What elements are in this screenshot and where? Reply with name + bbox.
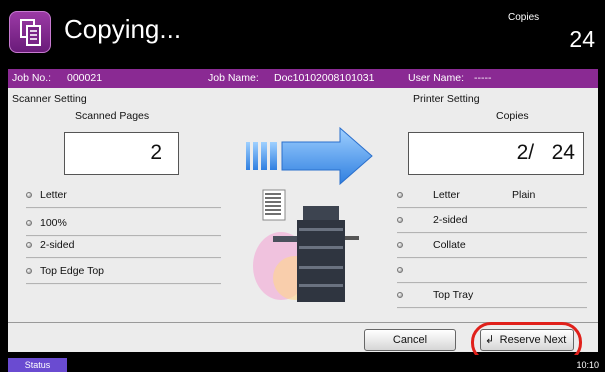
- printer-setting-media: Plain: [512, 189, 536, 201]
- scanner-setting-paper: Letter: [40, 189, 67, 201]
- bullet-icon: [26, 192, 32, 198]
- bullet-icon: [397, 292, 403, 298]
- status-bar: Status 10:10: [0, 355, 605, 372]
- copies-total: 24: [569, 26, 595, 52]
- screen: Copying... Copies 24 Job No.: 000021 Job…: [0, 0, 605, 372]
- scanned-pages-label: Scanned Pages: [75, 110, 150, 122]
- return-arrow-icon: ↲: [485, 334, 495, 346]
- bullet-icon: [26, 242, 32, 248]
- page-title: Copying...: [64, 14, 182, 44]
- printer-setting-paper: Letter: [433, 189, 460, 201]
- user-name-value: -----: [474, 72, 492, 84]
- main-panel: Scanner Setting Scanned Pages 2 Letter 1…: [8, 88, 598, 352]
- user-name-label: User Name:: [408, 72, 465, 84]
- status-button[interactable]: Status: [8, 358, 67, 372]
- bullet-icon: [397, 192, 403, 198]
- printer-setting-collate: Collate: [433, 239, 466, 251]
- scanner-setting-row: 100%: [26, 215, 221, 237]
- printer-setting-row: Top Tray: [397, 287, 587, 309]
- printer-setting-row: Collate: [397, 237, 587, 259]
- scanner-setting-row: Letter: [26, 187, 221, 209]
- reserve-next-button[interactable]: ↲ Reserve Next: [480, 329, 574, 351]
- job-no-value: 000021: [67, 72, 103, 84]
- job-name-value: Doc10102008101031: [274, 72, 375, 84]
- progress-arrow-icon: [246, 126, 373, 186]
- header: Copying... Copies 24: [0, 0, 605, 62]
- bullet-icon: [397, 242, 403, 248]
- printer-setting-duplex: 2-sided: [433, 214, 468, 226]
- copies-progress-count: 2/ 24: [408, 132, 584, 175]
- scanner-setting-label: Scanner Setting: [12, 93, 87, 105]
- copies-caption: Copies: [508, 12, 540, 23]
- cancel-button[interactable]: Cancel: [364, 329, 456, 351]
- bullet-icon: [397, 267, 403, 273]
- reserve-next-label: Reserve Next: [499, 334, 567, 346]
- scanner-setting-row: Top Edge Top: [26, 263, 221, 285]
- scanner-setting-duplex: 2-sided: [40, 239, 75, 251]
- scanned-pages-count: 2: [64, 132, 179, 175]
- job-no-label: Job No.:: [12, 72, 52, 84]
- printer-setting-row: [397, 262, 587, 284]
- bullet-icon: [397, 217, 403, 223]
- job-name-label: Job Name:: [208, 72, 259, 84]
- bullet-icon: [26, 220, 32, 226]
- copy-icon: [9, 11, 51, 53]
- copies-count-label: Copies: [496, 110, 529, 122]
- printer-setting-row: Letter Plain: [397, 187, 587, 209]
- printer-setting-label: Printer Setting: [413, 93, 480, 105]
- printer-setting-row: 2-sided: [397, 212, 587, 234]
- scanner-setting-row: 2-sided: [26, 237, 221, 259]
- printer-setting-tray: Top Tray: [433, 289, 474, 301]
- clock: 10:10: [576, 360, 599, 370]
- bullet-icon: [26, 268, 32, 274]
- copier-machine-icon: [253, 189, 359, 302]
- scanner-setting-orientation: Top Edge Top: [40, 265, 105, 277]
- scanner-setting-zoom: 100%: [40, 217, 67, 229]
- job-info-bar: Job No.: 000021 Job Name: Doc10102008101…: [8, 69, 598, 88]
